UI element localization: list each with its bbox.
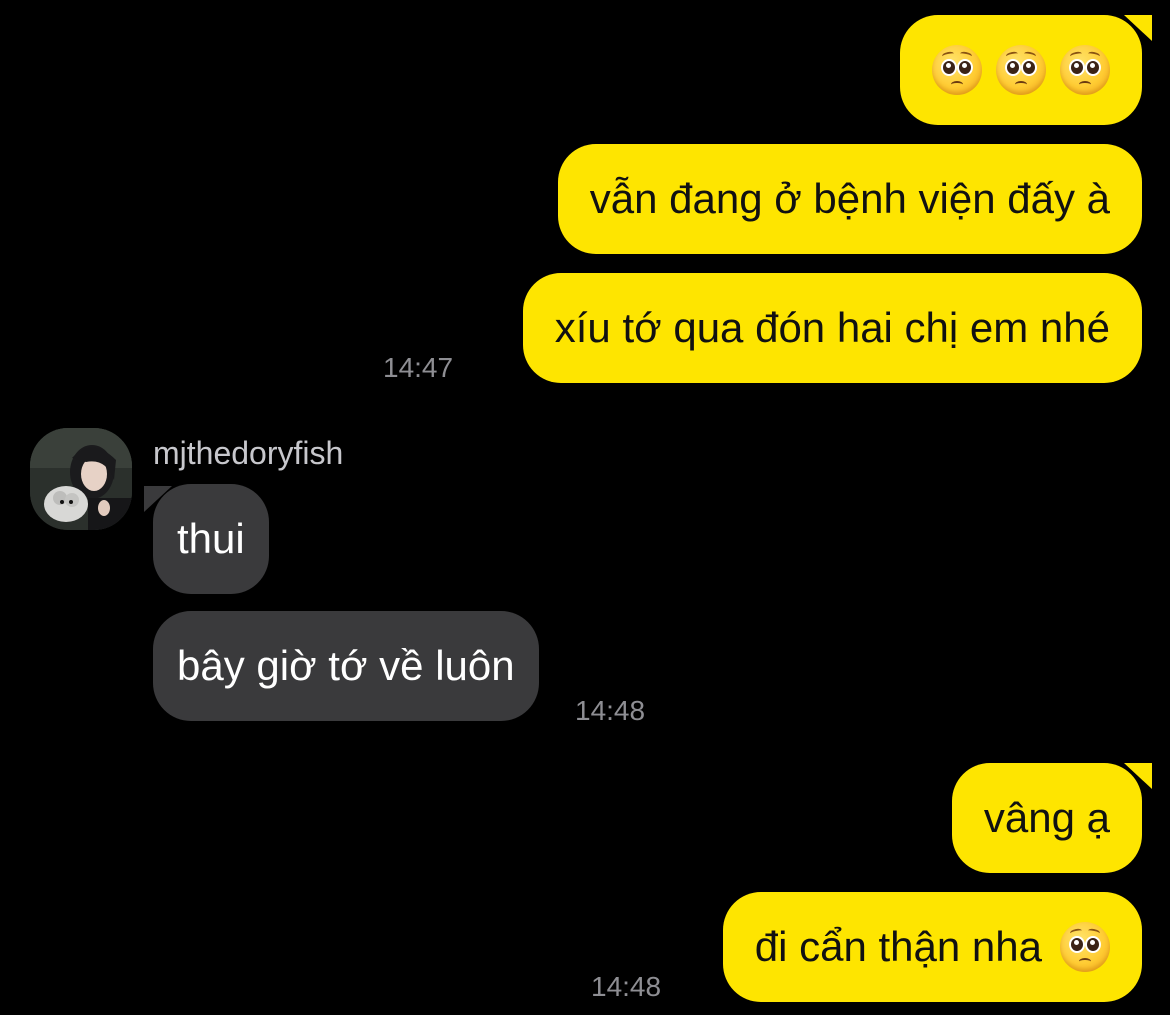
pleading-face-emoji-icon bbox=[932, 45, 982, 95]
outgoing-bubble-tail bbox=[1124, 763, 1152, 789]
message-text: vẫn đang ở bệnh viện đấy à bbox=[589, 175, 1110, 222]
outgoing-message[interactable]: vẫn đang ở bệnh viện đấy à bbox=[557, 144, 1142, 254]
outgoing-message[interactable]: đi cẩn thận nha bbox=[722, 892, 1142, 1002]
message-timestamp: 14:48 bbox=[591, 971, 662, 1002]
chat-thread[interactable]: vẫn đang ở bệnh viện đấy à xíu tớ qua đó… bbox=[0, 0, 1170, 1015]
message-text: đi cẩn thận nha bbox=[754, 923, 1042, 970]
sender-name: mjthedoryfish bbox=[153, 435, 344, 471]
message-text: vâng ạ bbox=[983, 794, 1110, 841]
pleading-face-emoji-icon bbox=[1060, 922, 1110, 972]
message-text: thui bbox=[177, 515, 245, 562]
message-timestamp: 14:48 bbox=[575, 695, 646, 726]
outgoing-message[interactable]: vâng ạ bbox=[951, 763, 1142, 873]
message-timestamp: 14:47 bbox=[383, 352, 454, 383]
message-text: bây giờ tớ về luôn bbox=[177, 642, 515, 689]
sender-avatar[interactable] bbox=[30, 428, 132, 530]
outgoing-bubble-tail bbox=[1124, 15, 1152, 41]
message-text: xíu tớ qua đón hai chị em nhé bbox=[554, 304, 1110, 351]
outgoing-message[interactable]: xíu tớ qua đón hai chị em nhé bbox=[522, 273, 1142, 383]
outgoing-message-emojis[interactable] bbox=[900, 15, 1142, 125]
incoming-message[interactable]: thui bbox=[153, 484, 269, 594]
pleading-face-emoji-icon bbox=[1060, 45, 1110, 95]
pleading-face-emoji-icon bbox=[996, 45, 1046, 95]
profile-photo-icon bbox=[30, 428, 132, 530]
incoming-message[interactable]: bây giờ tớ về luôn bbox=[153, 611, 539, 721]
